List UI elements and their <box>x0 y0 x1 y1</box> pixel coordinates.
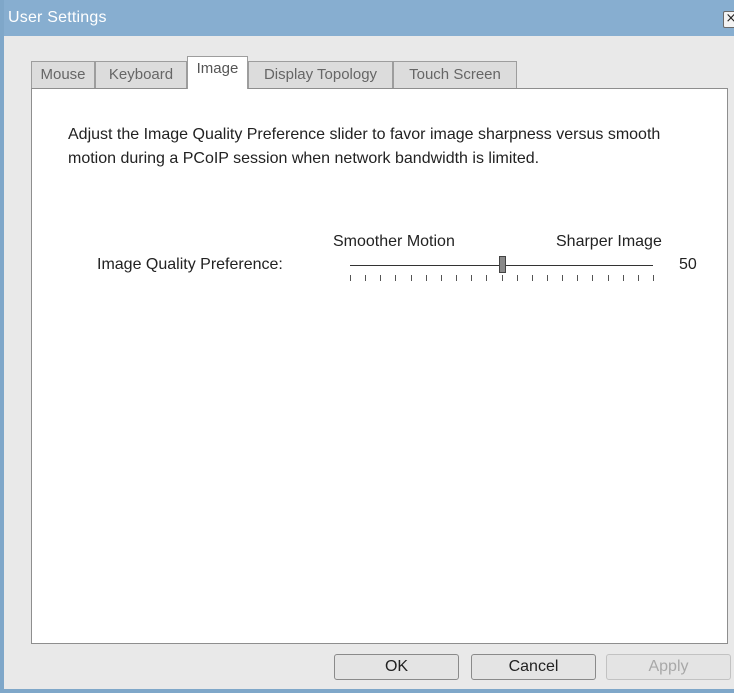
slider-min-label: Smoother Motion <box>333 233 455 250</box>
slider-tick <box>608 275 609 281</box>
cancel-button-label: Cancel <box>508 658 559 675</box>
apply-button-label: Apply <box>648 658 689 675</box>
tab-label: Display Topology <box>263 66 378 83</box>
slider-tick <box>441 275 442 281</box>
slider-max-label: Sharper Image <box>556 233 662 250</box>
apply-button: Apply <box>606 654 731 680</box>
tab-display-topology[interactable]: Display Topology <box>248 61 393 88</box>
image-quality-label: Image Quality Preference: <box>97 256 283 273</box>
slider-tick <box>380 275 381 281</box>
tab-mouse[interactable]: Mouse <box>31 61 95 88</box>
slider-tick <box>395 275 396 281</box>
close-button[interactable]: × <box>723 11 734 28</box>
slider-tick <box>592 275 593 281</box>
slider-tick <box>547 275 548 281</box>
slider-tick <box>532 275 533 281</box>
tab-label: Touch Screen <box>409 66 501 83</box>
slider-tick <box>486 275 487 281</box>
slider-value: 50 <box>679 256 697 273</box>
tab-touch-screen[interactable]: Touch Screen <box>393 61 517 88</box>
slider-tick <box>562 275 563 281</box>
window-title: User Settings <box>8 9 107 26</box>
slider-tick <box>411 275 412 281</box>
image-tab-panel: Adjust the Image Quality Preference slid… <box>31 88 728 644</box>
slider-thumb[interactable] <box>498 256 506 273</box>
title-bar[interactable]: User Settings <box>4 0 734 36</box>
tab-label: Mouse <box>40 66 86 83</box>
slider-tick <box>653 275 654 281</box>
tab-image[interactable]: Image <box>187 56 248 89</box>
tab-label: Keyboard <box>108 66 174 83</box>
slider-tick <box>623 275 624 281</box>
image-quality-slider[interactable] <box>350 251 654 281</box>
ok-button[interactable]: OK <box>334 654 459 680</box>
user-settings-window: User Settings × Mouse Keyboard Image Dis… <box>0 0 734 693</box>
slider-tick <box>456 275 457 281</box>
slider-tick <box>365 275 366 281</box>
slider-tick <box>577 275 578 281</box>
image-description: Adjust the Image Quality Preference slid… <box>68 126 661 167</box>
slider-tick <box>502 275 503 281</box>
slider-tick <box>350 275 351 281</box>
tab-label: Image <box>196 60 239 77</box>
tab-keyboard[interactable]: Keyboard <box>95 61 187 88</box>
close-icon: × <box>725 11 734 26</box>
slider-tick <box>426 275 427 281</box>
slider-tick <box>471 275 472 281</box>
cancel-button[interactable]: Cancel <box>471 654 596 680</box>
slider-tick <box>638 275 639 281</box>
ok-button-label: OK <box>384 658 409 675</box>
slider-tick <box>517 275 518 281</box>
